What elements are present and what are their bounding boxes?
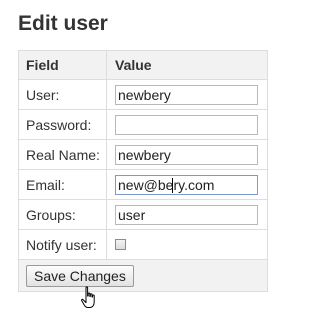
email-label: Email: xyxy=(18,169,107,200)
table-row: Real Name: xyxy=(18,139,268,170)
table-header-row: Field Value xyxy=(18,50,268,80)
table-row: Groups: xyxy=(18,199,268,230)
table-row: User: xyxy=(18,79,268,110)
groups-label: Groups: xyxy=(18,199,107,230)
email-text-before-cursor: new@be xyxy=(118,176,174,193)
real-name-input[interactable] xyxy=(115,144,258,165)
password-input[interactable] xyxy=(115,114,258,135)
groups-input[interactable] xyxy=(115,204,258,225)
edit-user-table: Field Value User: Password: Real Name: E… xyxy=(18,50,268,292)
notify-user-checkbox[interactable] xyxy=(115,239,126,251)
hand-pointer-icon xyxy=(81,286,95,308)
header-value: Value xyxy=(106,50,268,80)
notify-label: Notify user: xyxy=(18,229,107,260)
page-title: Edit user xyxy=(18,12,108,35)
email-text-after-cursor: ry.com xyxy=(173,176,215,193)
email-input[interactable]: new@bery.com xyxy=(115,174,258,195)
real-name-label: Real Name: xyxy=(18,139,107,170)
table-row: Password: xyxy=(18,109,268,140)
user-label: User: xyxy=(18,79,107,110)
header-field: Field xyxy=(18,50,107,80)
table-row: Notify user: xyxy=(18,229,268,260)
user-input[interactable] xyxy=(115,84,258,105)
footer-row: Save Changes xyxy=(18,259,268,292)
password-label: Password: xyxy=(18,109,107,140)
save-changes-button[interactable]: Save Changes xyxy=(26,264,134,287)
table-row: Email: new@bery.com xyxy=(18,169,268,200)
edit-user-page: Edit user Field Value User: Password: Re… xyxy=(0,0,283,318)
